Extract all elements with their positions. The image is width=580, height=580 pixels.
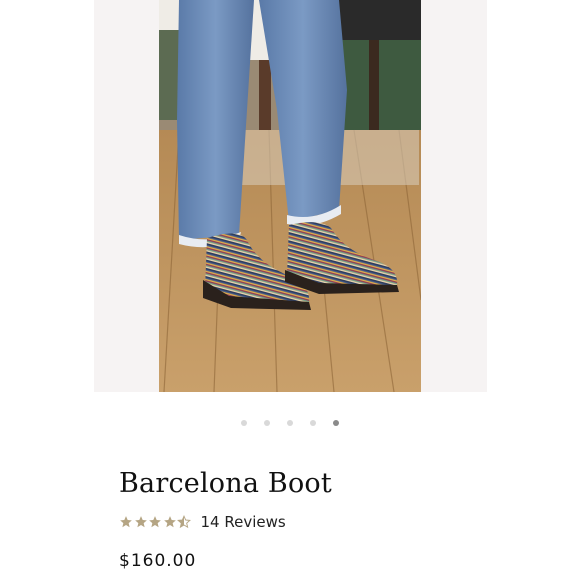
half-star-icon bbox=[177, 515, 191, 529]
rating-stars bbox=[119, 515, 192, 529]
star-icon bbox=[149, 516, 161, 528]
product-image[interactable] bbox=[159, 0, 421, 392]
product-rating[interactable]: 14 Reviews bbox=[119, 512, 286, 532]
pagination-dot-4[interactable] bbox=[310, 420, 316, 426]
product-title: Barcelona Boot bbox=[119, 468, 332, 499]
pagination-dot-2[interactable] bbox=[264, 420, 270, 426]
star-icon bbox=[134, 516, 147, 528]
pagination-dot-1[interactable] bbox=[241, 420, 247, 426]
star-icon bbox=[120, 516, 132, 528]
boots-photo bbox=[159, 0, 421, 392]
pagination-dot-3[interactable] bbox=[287, 420, 293, 426]
reviews-link[interactable]: 14 Reviews bbox=[201, 513, 286, 531]
gallery-pagination bbox=[0, 420, 580, 428]
pagination-dot-5-active[interactable] bbox=[333, 420, 339, 426]
product-price: $160.00 bbox=[119, 551, 197, 571]
star-icon bbox=[163, 516, 176, 528]
